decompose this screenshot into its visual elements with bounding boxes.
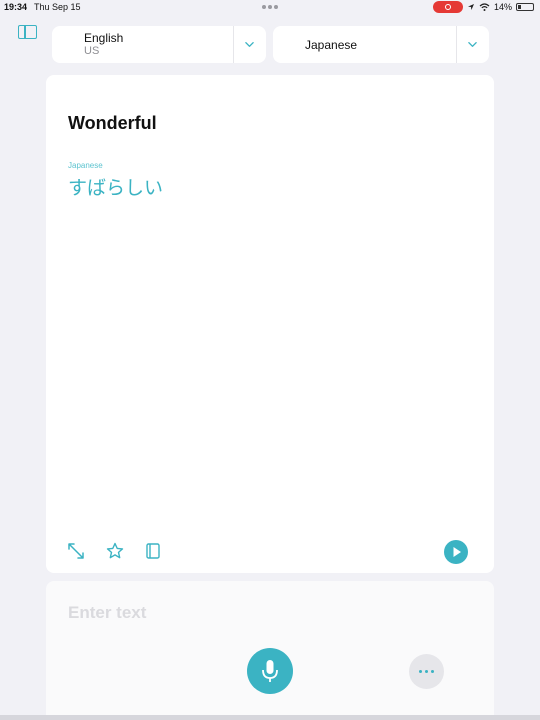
chevron-down-icon[interactable] bbox=[468, 40, 477, 49]
screen-recording-icon bbox=[432, 1, 463, 13]
translation-card: Wonderful Japanese すばらしい bbox=[46, 75, 494, 573]
star-icon[interactable] bbox=[106, 542, 124, 560]
divider bbox=[233, 26, 234, 63]
battery-percent: 14% bbox=[493, 2, 512, 12]
source-text: Wonderful bbox=[68, 113, 157, 133]
microphone-button[interactable] bbox=[247, 648, 293, 694]
sidebar-icon[interactable] bbox=[18, 25, 37, 39]
source-language-selector[interactable]: English US bbox=[52, 26, 266, 63]
target-language-label: Japanese bbox=[68, 161, 103, 170]
status-bar: 19:34 Thu Sep 15 14% bbox=[0, 0, 540, 16]
target-language-name: Japanese bbox=[305, 38, 358, 52]
divider bbox=[456, 26, 457, 63]
source-language-name: English bbox=[84, 31, 124, 45]
play-button[interactable] bbox=[444, 540, 468, 564]
translation-text: すばらしい bbox=[68, 177, 164, 199]
target-language-selector[interactable]: Japanese bbox=[273, 26, 489, 63]
ellipsis-icon bbox=[419, 670, 422, 673]
microphone-icon bbox=[262, 660, 278, 682]
location-icon bbox=[467, 4, 474, 10]
home-indicator bbox=[0, 715, 540, 720]
status-date: Thu Sep 15 bbox=[34, 2, 81, 12]
status-time: 19:34 bbox=[4, 2, 28, 12]
more-button[interactable] bbox=[409, 654, 444, 689]
source-language-region: US bbox=[84, 45, 100, 57]
play-icon bbox=[453, 547, 461, 557]
book-icon[interactable] bbox=[144, 542, 162, 560]
wifi-icon bbox=[479, 3, 490, 11]
status-indicators: 14% bbox=[432, 1, 534, 13]
chevron-down-icon[interactable] bbox=[245, 40, 254, 49]
text-input[interactable]: Enter text bbox=[68, 603, 146, 623]
multitasking-dots-icon[interactable] bbox=[262, 5, 278, 9]
battery-icon bbox=[516, 3, 534, 11]
expand-icon[interactable] bbox=[67, 542, 85, 560]
